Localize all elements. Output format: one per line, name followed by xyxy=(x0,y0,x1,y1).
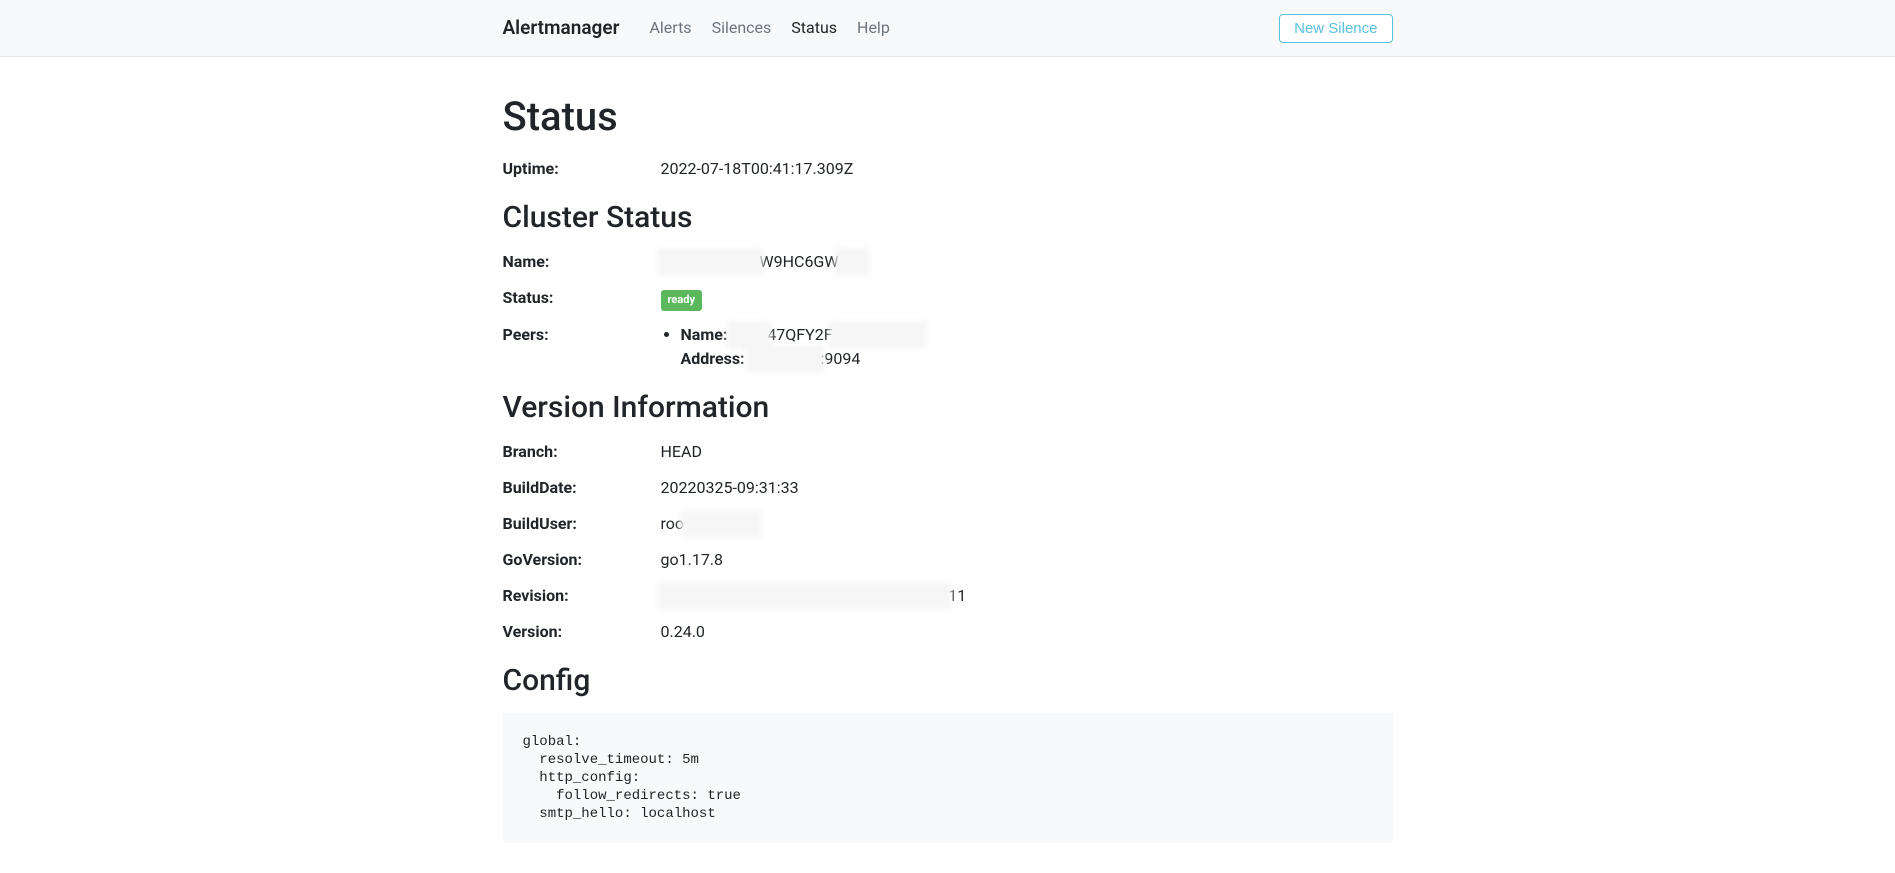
builddate-label: BuildDate: xyxy=(503,476,661,500)
builddate-value: 20220325-09:31:33 xyxy=(661,476,1393,500)
peer-name-value: 47QFY2F xyxy=(767,325,832,344)
peer-address-label: Address: xyxy=(681,349,745,368)
goversion-label: GoVersion: xyxy=(503,548,661,572)
cluster-peers-label: Peers: xyxy=(503,323,661,347)
goversion-row: GoVersion: go1.17.8 xyxy=(503,548,1393,572)
cluster-status-value: ready xyxy=(661,286,1393,311)
peer-item: Name: 000047QFY2F0000000000 Address: 000… xyxy=(681,323,1393,371)
uptime-label: Uptime: xyxy=(503,157,661,181)
nav-links: Alerts Silences Status Help xyxy=(639,8,1279,48)
version-heading: Version Information xyxy=(503,385,1393,430)
peer-name-label: Name: xyxy=(681,325,728,344)
builduser-value: root@000000 xyxy=(661,512,1393,536)
cluster-peers-row: Peers: Name: 000047QFY2F0000000000 Addre… xyxy=(503,323,1393,371)
page-title: Status xyxy=(503,87,1393,147)
cluster-status-label: Status: xyxy=(503,286,661,310)
cluster-status-row: Status: ready xyxy=(503,286,1393,311)
peer-address-value: :9094 xyxy=(820,349,860,368)
nav-help[interactable]: Help xyxy=(847,8,900,48)
cluster-peers-value: Name: 000047QFY2F0000000000 Address: 000… xyxy=(661,323,1393,371)
builduser-label: BuildUser: xyxy=(503,512,661,536)
version-value: 0.24.0 xyxy=(661,620,1393,644)
cluster-name-row: Name: 00000000000W9HC6GW000 xyxy=(503,250,1393,274)
revision-row: Revision: 000000000000000000000000000000… xyxy=(503,584,1393,608)
cluster-heading: Cluster Status xyxy=(503,195,1393,240)
uptime-value: 2022-07-18T00:41:17.309Z xyxy=(661,157,1393,181)
builduser-row: BuildUser: root@000000 xyxy=(503,512,1393,536)
status-badge: ready xyxy=(661,290,702,311)
branch-value: HEAD xyxy=(661,440,1393,464)
brand[interactable]: Alertmanager xyxy=(503,14,620,43)
navbar: Alertmanager Alerts Silences Status Help… xyxy=(0,0,1895,57)
builddate-row: BuildDate: 20220325-09:31:33 xyxy=(503,476,1393,500)
uptime-row: Uptime: 2022-07-18T00:41:17.309Z xyxy=(503,157,1393,181)
revision-label: Revision: xyxy=(503,584,661,608)
new-silence-button[interactable]: New Silence xyxy=(1279,14,1392,43)
revision-value: 0000000000000000000000000000000011 xyxy=(661,584,1393,608)
version-row: Version: 0.24.0 xyxy=(503,620,1393,644)
config-heading: Config xyxy=(503,658,1393,703)
branch-label: Branch: xyxy=(503,440,661,464)
goversion-value: go1.17.8 xyxy=(661,548,1393,572)
cluster-name-label: Name: xyxy=(503,250,661,274)
nav-silences[interactable]: Silences xyxy=(702,8,782,48)
config-text: global: resolve_timeout: 5m http_config:… xyxy=(503,713,1393,844)
nav-status[interactable]: Status xyxy=(781,8,847,48)
nav-alerts[interactable]: Alerts xyxy=(639,8,701,48)
cluster-name-value: 00000000000W9HC6GW000 xyxy=(661,250,1393,274)
main-container: Status Uptime: 2022-07-18T00:41:17.309Z … xyxy=(488,57,1408,843)
version-label: Version: xyxy=(503,620,661,644)
branch-row: Branch: HEAD xyxy=(503,440,1393,464)
